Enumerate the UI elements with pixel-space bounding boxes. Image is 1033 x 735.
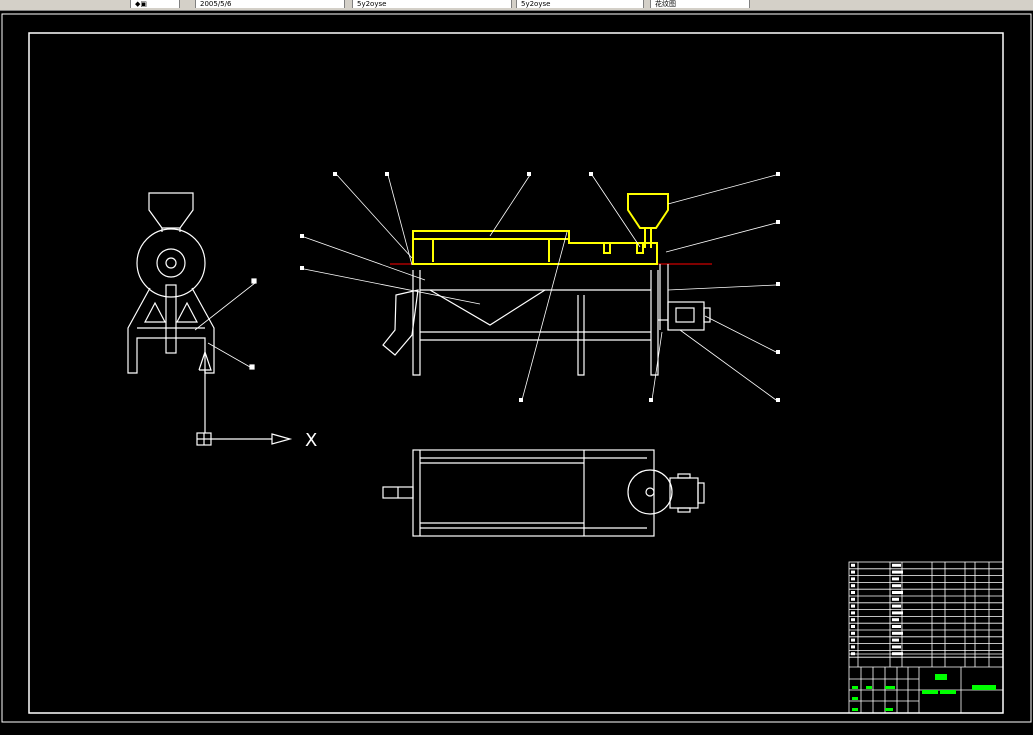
ucs-axis-label: X [305, 430, 317, 451]
parts-list-name-mark [892, 625, 901, 628]
parts-list-index-mark [851, 618, 855, 622]
tab-2[interactable]: 5y2oyse [352, 0, 512, 8]
parts-list-name-mark [892, 618, 899, 622]
cad-drawing-canvas[interactable]: X [0, 10, 1033, 735]
parts-list-name-mark [892, 652, 903, 656]
parts-list-name-mark [892, 645, 901, 649]
parts-list-index-mark [851, 591, 855, 594]
parts-list-name-mark [892, 577, 899, 581]
parts-list-name-mark [892, 563, 901, 567]
parts-list-name-mark [892, 570, 903, 574]
parts-list-index-mark [851, 611, 855, 615]
top-view [382, 449, 705, 537]
parts-list-name-mark [892, 597, 899, 601]
title-block-marks [852, 674, 996, 711]
toolbar-icons[interactable]: ◆▣ [130, 0, 180, 8]
parts-list-index-mark [851, 597, 855, 601]
parts-list-name-mark [892, 638, 899, 642]
parts-list-index-mark [851, 570, 855, 574]
parts-list-index-mark [851, 563, 855, 567]
inner-frame [28, 32, 1004, 714]
parts-list-index-mark [851, 638, 855, 642]
parts-list-name-mark [892, 604, 901, 608]
parts-list-index-mark [851, 652, 855, 656]
parts-list-index-mark [851, 625, 855, 628]
parts-list-name-mark [892, 631, 903, 635]
parts-list-index-mark [851, 604, 855, 608]
parts-list-index-mark [851, 631, 855, 635]
parts-list-index-mark [851, 577, 855, 581]
tab-4[interactable]: 花纹图 [650, 0, 750, 8]
tab-3[interactable]: 5y2oyse [516, 0, 644, 8]
end-view [127, 192, 293, 446]
parts-list-name-mark [892, 584, 901, 588]
tab-1[interactable]: 2005/5/6 [195, 0, 345, 8]
parts-list-index-mark [851, 645, 855, 649]
parts-list-name-mark [892, 591, 903, 594]
outer-frame [1, 13, 1032, 723]
parts-list-index-mark [851, 584, 855, 588]
parts-list-name-mark [892, 611, 903, 615]
toolbar-icon[interactable]: ◆▣ [135, 0, 147, 8]
front-view [300, 172, 780, 402]
